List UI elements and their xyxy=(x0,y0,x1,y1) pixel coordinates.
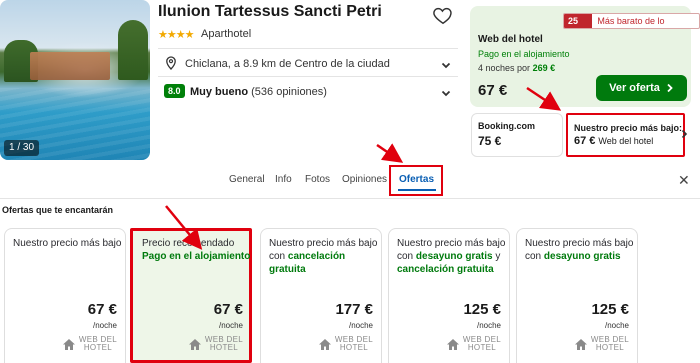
section-title: Ofertas que te encantarán xyxy=(2,205,114,215)
offer-highlight: Pago en el alojamiento xyxy=(142,251,251,262)
offer-card[interactable]: Nuestro precio más bajo con desayuno gra… xyxy=(388,228,510,363)
heart-icon[interactable] xyxy=(432,4,454,26)
lowest-price-value: 67 € Web del hotel xyxy=(574,135,653,147)
tab-offers[interactable]: Ofertas xyxy=(399,174,434,185)
offer-price: 177 € xyxy=(335,301,373,318)
rating-score-badge: 8.0 xyxy=(164,84,185,98)
chevron-right-icon xyxy=(667,83,673,93)
offer-card-recommended[interactable]: Precio recomendado Pago en el alojamient… xyxy=(130,228,252,363)
tab-reviews[interactable]: Opiniones xyxy=(342,174,387,185)
compare-price: 75 € xyxy=(478,134,502,148)
view-offer-button[interactable]: Ver oferta xyxy=(596,75,687,101)
rating-label: Muy bueno xyxy=(190,86,249,98)
location-text[interactable]: Chiclana, a 8.9 km de Centro de la ciuda… xyxy=(185,58,390,70)
house-icon xyxy=(62,338,75,350)
nights-prefix: 4 noches por xyxy=(478,63,531,73)
offer-text: Nuestro precio más bajo xyxy=(13,238,122,249)
photo-building xyxy=(30,52,110,80)
photo-counter: 1 / 30 xyxy=(4,140,40,156)
chevron-down-icon[interactable] xyxy=(440,87,452,99)
offer-highlight: desayuno gratis xyxy=(415,251,493,262)
compare-booking[interactable]: Booking.com 75 € xyxy=(471,113,563,157)
web-del-hotel-logo: WEB DEL HOTEL xyxy=(318,336,373,352)
house-icon xyxy=(446,338,459,350)
offer-price: 125 € xyxy=(591,301,629,318)
logo-line: HOTEL xyxy=(339,343,369,352)
offer-title: Nuestro precio más bajo con desayuno gra… xyxy=(397,237,507,276)
discount-text: Más barato de lo normal xyxy=(597,16,665,26)
deal-price: 67 € xyxy=(478,82,508,99)
divider xyxy=(0,198,700,199)
offer-unit: /noche xyxy=(92,321,117,330)
offer-price: 67 € xyxy=(213,301,243,318)
tab-general[interactable]: General xyxy=(229,174,265,185)
house-icon xyxy=(574,338,587,350)
offer-unit: /noche xyxy=(604,321,629,330)
offer-unit: /noche xyxy=(218,321,243,330)
discount-badge: 25 % Más barato de lo normal xyxy=(563,13,700,29)
compare-lowest-price[interactable]: Nuestro precio más bajo: 67 € Web del hot… xyxy=(566,113,685,157)
deal-provider: Web del hotel xyxy=(478,34,543,45)
divider xyxy=(158,76,458,77)
offer-highlight: cancelación gratuita xyxy=(397,264,494,275)
offer-title: Precio recomendado Pago en el alojamient… xyxy=(142,237,252,263)
offer-card[interactable]: Nuestro precio más bajo con cancelación … xyxy=(260,228,382,363)
logo-line: HOTEL xyxy=(83,343,113,352)
lowest-price-provider: Web del hotel xyxy=(598,136,654,146)
logo-line: HOTEL xyxy=(209,343,239,352)
offer-price: 125 € xyxy=(463,301,501,318)
tab-info[interactable]: Info xyxy=(275,174,292,185)
chevron-right-icon[interactable] xyxy=(678,128,690,140)
tab-photos[interactable]: Fotos xyxy=(305,174,330,185)
web-del-hotel-logo: WEB DEL HOTEL xyxy=(62,336,117,352)
offer-title: Nuestro precio más bajo con desayuno gra… xyxy=(525,237,635,263)
rating-count: (536 opiniones) xyxy=(251,86,327,98)
web-del-hotel-logo: WEB DEL HOTEL xyxy=(446,336,501,352)
offer-unit: /noche xyxy=(348,321,373,330)
offer-card[interactable]: Nuestro precio más bajo 67 € /noche WEB … xyxy=(4,228,126,363)
active-tab-indicator xyxy=(398,189,436,191)
chevron-down-icon[interactable] xyxy=(440,59,452,71)
web-del-hotel-logo: WEB DEL HOTEL xyxy=(574,336,629,352)
house-icon xyxy=(188,338,201,350)
offer-text: Precio recomendado xyxy=(142,238,235,249)
divider xyxy=(158,48,458,49)
offer-unit: /noche xyxy=(476,321,501,330)
offer-title: Nuestro precio más bajo con cancelación … xyxy=(269,237,379,276)
photo-palm xyxy=(118,20,148,80)
logo-line: HOTEL xyxy=(595,343,625,352)
annotation-arrow xyxy=(376,143,404,163)
logo-line: HOTEL xyxy=(467,343,497,352)
star-rating: ★★★★ xyxy=(158,29,194,41)
discount-percent: 25 % xyxy=(564,14,593,28)
web-del-hotel-logo: WEB DEL HOTEL xyxy=(188,336,243,352)
house-icon xyxy=(318,338,331,350)
hotel-photo[interactable] xyxy=(0,0,150,160)
offer-title: Nuestro precio más bajo xyxy=(13,237,123,250)
rating-summary[interactable]: Muy bueno (536 opiniones) xyxy=(190,86,327,98)
lowest-price-label: Nuestro precio más bajo: xyxy=(574,123,683,133)
deal-nights: 4 noches por 269 € xyxy=(478,63,555,73)
offer-text: y xyxy=(495,251,501,262)
hotel-name[interactable]: Ilunion Tartessus Sancti Petri xyxy=(158,3,382,21)
compare-provider: Booking.com xyxy=(478,121,536,131)
offer-card[interactable]: Nuestro precio más bajo con desayuno gra… xyxy=(516,228,638,363)
nights-total: 269 € xyxy=(532,63,556,73)
location-pin-icon xyxy=(166,56,176,70)
hotel-type: Aparthotel xyxy=(201,28,252,40)
lowest-price-amount: 67 € xyxy=(574,135,596,147)
close-icon[interactable]: ✕ xyxy=(678,172,690,189)
offer-highlight: desayuno gratis xyxy=(543,251,621,262)
view-offer-label: Ver oferta xyxy=(609,82,660,94)
offer-price: 67 € xyxy=(87,301,117,318)
deal-payment: Pago en el alojamiento xyxy=(478,49,570,59)
